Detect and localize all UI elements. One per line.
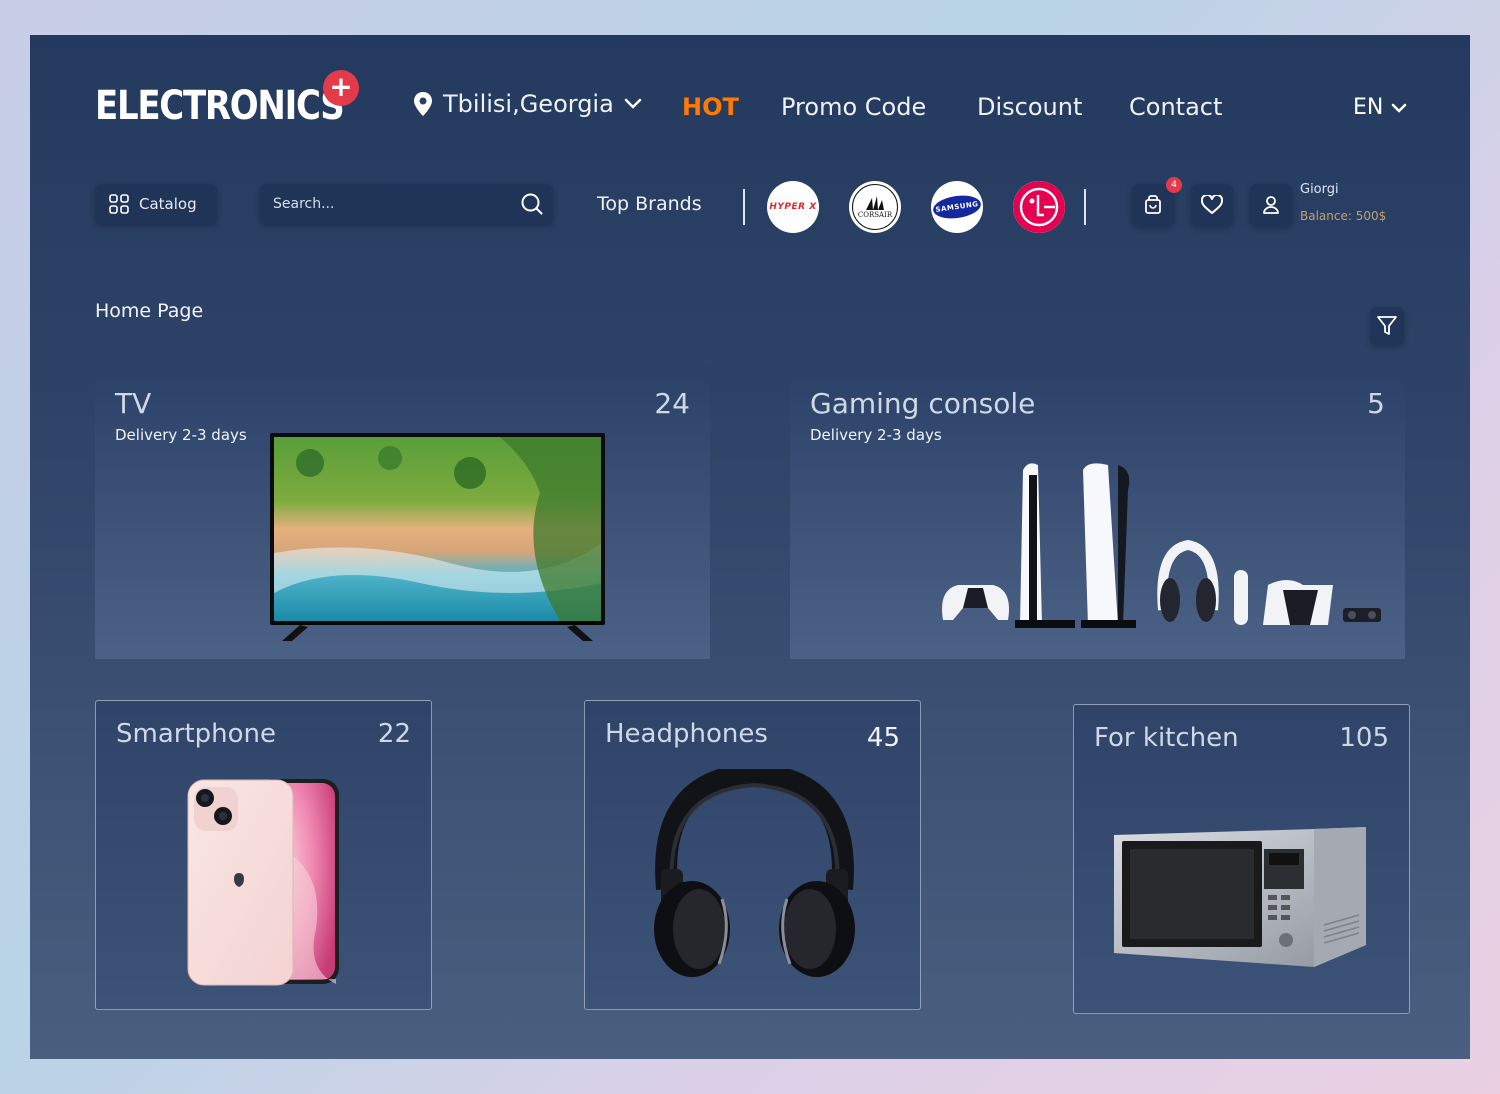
chevron-down-icon [1392, 103, 1407, 113]
user-icon [1263, 196, 1279, 214]
card-title: Headphones [605, 719, 768, 749]
brand-hyperx[interactable]: HYPER X [767, 181, 819, 233]
category-card-smartphone[interactable]: Smartphone 22 [95, 700, 432, 1010]
brand-corsair-logo: CORSAIR [857, 211, 893, 219]
console-image [942, 463, 1381, 628]
grid-icon [109, 194, 129, 214]
filter-button[interactable] [1370, 307, 1404, 345]
account-button[interactable] [1250, 184, 1292, 226]
breadcrumb[interactable]: Home Page [95, 300, 203, 322]
nav-hot[interactable]: HOT [682, 93, 739, 121]
divider [743, 189, 745, 225]
category-card-tv[interactable]: TV 24 Delivery 2-3 days [95, 365, 710, 659]
card-count: 5 [1367, 387, 1385, 420]
smartphone-image [187, 779, 339, 986]
shopping-bag-icon [1145, 195, 1161, 214]
brand-lg[interactable]: LG [1013, 181, 1065, 233]
card-delivery: Delivery 2-3 days [115, 426, 247, 444]
search-icon[interactable] [521, 193, 543, 215]
brand-corsair[interactable]: CORSAIR [849, 181, 901, 233]
location-label: Tbilisi,Georgia [443, 90, 614, 118]
divider [1084, 189, 1086, 225]
nav-contact[interactable]: Contact [1129, 93, 1222, 121]
cart-count-badge: 4 [1166, 177, 1182, 193]
brand-samsung[interactable]: SAMSUNG [931, 181, 983, 233]
brand-hyperx-logo: HYPER X [769, 202, 817, 212]
top-brands-label: Top Brands [597, 193, 702, 215]
logo-plus-icon: + [323, 70, 359, 106]
filter-icon [1377, 316, 1397, 335]
card-count: 24 [654, 387, 690, 420]
map-pin-icon [414, 92, 432, 116]
search-bar[interactable] [260, 184, 553, 224]
logo[interactable]: ELECTRONICS [95, 83, 345, 129]
category-card-for-kitchen[interactable]: For kitchen 105 [1073, 704, 1410, 1014]
nav-discount[interactable]: Discount [977, 93, 1082, 121]
wishlist-button[interactable] [1191, 184, 1233, 226]
card-count: 45 [866, 723, 900, 753]
heart-icon [1201, 195, 1223, 214]
headphones-image [654, 769, 855, 977]
app-window: ELECTRONICS + Tbilisi,Georgia HOT Promo … [30, 35, 1470, 1059]
card-delivery: Delivery 2-3 days [810, 426, 942, 444]
brand-samsung-logo: SAMSUNG [935, 200, 979, 214]
language-selector[interactable]: EN [1353, 95, 1407, 120]
catalog-button[interactable]: Catalog [95, 184, 217, 224]
category-card-gaming-console[interactable]: Gaming console 5 Delivery 2-3 days [790, 365, 1405, 659]
location-selector[interactable]: Tbilisi,Georgia [413, 90, 642, 118]
card-count: 22 [377, 719, 411, 749]
microwave-image [1114, 827, 1366, 967]
lg-logo-icon [1013, 181, 1065, 233]
card-title: For kitchen [1094, 723, 1239, 753]
user-name[interactable]: Giorgi [1300, 182, 1339, 197]
corsair-sails-icon [866, 196, 884, 210]
card-title: TV [115, 387, 152, 420]
search-input[interactable] [273, 196, 503, 212]
catalog-label: Catalog [139, 195, 197, 213]
card-title: Smartphone [116, 719, 277, 749]
chevron-down-icon [624, 98, 642, 109]
card-title: Gaming console [810, 387, 1036, 420]
language-label: EN [1353, 95, 1384, 120]
tv-image [270, 433, 605, 641]
card-count: 105 [1339, 723, 1389, 753]
nav-promo-code[interactable]: Promo Code [781, 93, 926, 121]
user-balance: Balance: 500$ [1300, 209, 1387, 223]
category-card-headphones[interactable]: Headphones 45 [584, 700, 921, 1010]
